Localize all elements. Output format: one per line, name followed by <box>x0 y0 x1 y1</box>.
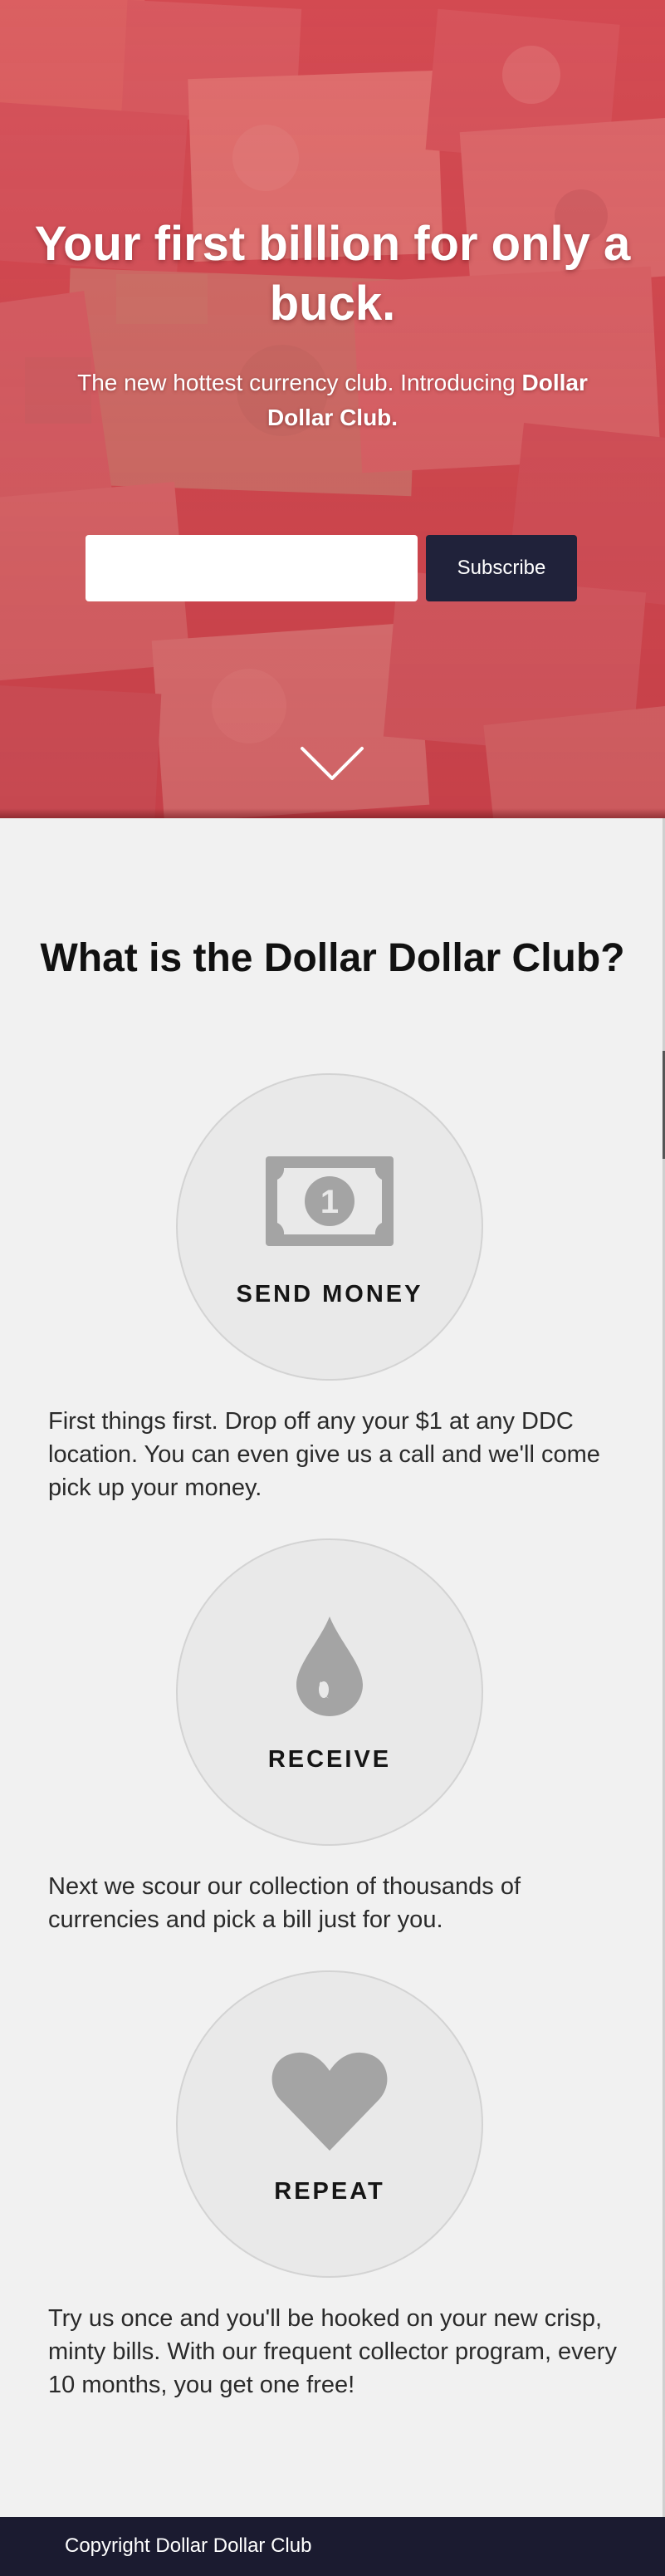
hero-section: Your first billion for only a buck. The … <box>0 0 665 818</box>
about-title: What is the Dollar Dollar Club? <box>40 936 625 980</box>
step-label-send-money: SEND MONEY <box>236 1281 423 1308</box>
money-bill-icon: 1 <box>266 1156 394 1246</box>
chevron-down-icon[interactable] <box>299 743 365 785</box>
subscribe-form: Subscribe <box>86 535 577 601</box>
step-card-receive: RECEIVE <box>176 1538 483 1846</box>
footer-copyright: Copyright Dollar Dollar Club <box>65 2534 312 2557</box>
hero-subtitle: The new hottest currency club. Introduci… <box>50 366 615 435</box>
heart-icon <box>271 2052 388 2151</box>
hero-bottom-shadow <box>0 808 665 818</box>
step-label-repeat: REPEAT <box>274 2178 385 2205</box>
step-card-send-money: 1 SEND MONEY <box>176 1073 483 1381</box>
step-label-receive: RECEIVE <box>267 1746 392 1773</box>
step-description-repeat: Try us once and you'll be hooked on your… <box>48 2305 617 2398</box>
step-card-repeat: REPEAT <box>176 1970 483 2278</box>
footer: Copyright Dollar Dollar Club <box>0 2517 665 2576</box>
droplet-icon <box>296 1617 363 1716</box>
step-description-receive: Next we scour our collection of thousand… <box>48 1873 521 1933</box>
hero-title: Your first billion for only a buck. <box>34 217 631 331</box>
step-description-send-money: First things first. Drop off any your $1… <box>48 1408 600 1501</box>
svg-text:1: 1 <box>320 1184 339 1220</box>
email-input[interactable] <box>86 535 418 601</box>
hero-subtitle-intro: The new hottest currency club. Introduci… <box>77 370 516 395</box>
about-section: What is the Dollar Dollar Club? 1 SEND M… <box>0 818 665 2517</box>
subscribe-button[interactable]: Subscribe <box>426 535 577 601</box>
